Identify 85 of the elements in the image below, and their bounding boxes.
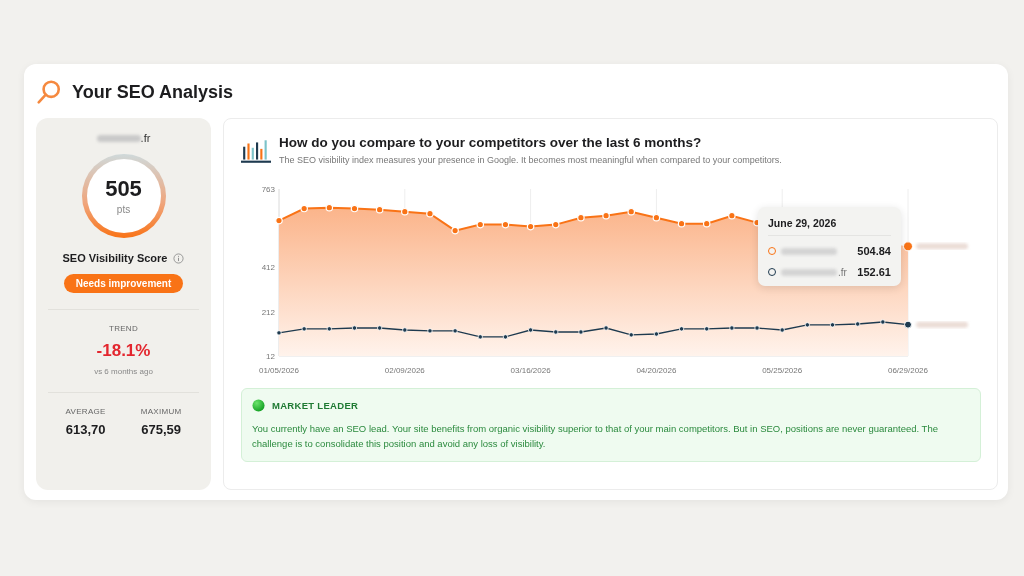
data-point [653,331,659,337]
data-point [301,326,307,332]
data-point [603,325,609,331]
data-point [351,325,358,331]
data-point [652,213,661,222]
domain-suffix: .fr [838,266,847,278]
data-point [377,325,383,331]
trend-note: vs 6 months ago [94,367,153,376]
y-axis-label: 763 [261,185,275,194]
stat-value: 613,70 [65,422,106,437]
x-axis-label: 01/05/2026 [259,366,299,375]
score-value: 505 [105,177,142,200]
section-title: How do you compare to your competitors over the last 6 months? [279,135,703,150]
stat-label: AVERAGE [65,407,106,416]
data-point [577,213,585,222]
section-subtitle: The SEO visibility index measures your presence in Google. It becomes most meaningful when compared to your competitors. [279,155,782,165]
data-point [326,326,332,332]
data-point [528,327,534,333]
data-point [375,205,384,214]
data-point [704,326,710,332]
trend-value: -18.1% [96,341,151,361]
data-point [325,203,334,212]
blurred-text [781,247,837,255]
blurred-text [96,134,141,142]
data-point [551,220,560,229]
bar-chart-icon [241,138,271,164]
search-icon [36,79,62,105]
tooltip-value: 504.84 [857,245,891,257]
blurred-label [916,321,968,328]
y-axis-label: 412 [261,263,275,273]
page-title: Your SEO Analysis [72,81,234,103]
verdict-title: MARKET LEADER [272,400,359,411]
data-point [401,207,409,216]
data-point [627,207,636,216]
blurred-text [781,268,837,276]
data-point [880,319,886,325]
data-point [553,329,559,335]
data-point [501,220,510,229]
data-point [275,216,283,225]
data-point [477,334,483,340]
data-point [300,204,308,213]
data-point [451,226,459,235]
score-unit: pts [116,203,131,215]
data-point [452,328,458,334]
data-point [276,330,282,336]
data-point [678,326,685,332]
data-point [476,220,485,229]
x-axis-label: 03/16/2026 [510,366,551,375]
data-point [779,327,785,333]
data-point [628,332,634,338]
data-point [426,209,434,218]
data-point [855,321,861,327]
data-point [754,325,760,331]
data-point[interactable] [904,320,912,329]
data-point [602,211,610,220]
stat-label: MAXIMUM [140,407,182,416]
x-axis-label: 06/29/2026 [888,366,928,375]
x-axis-label: 02/09/2026 [384,366,425,375]
status-badge: Needs improvement [63,274,184,293]
data-point [804,322,810,328]
stat-value: 675,59 [141,422,181,437]
data-point [729,325,735,331]
x-axis-label: 04/20/2026 [636,366,677,375]
data-point [427,328,433,334]
data-point [502,334,509,340]
data-point [829,322,836,328]
data-point [677,219,686,228]
status-dot-icon [252,399,265,412]
verdict-text: You currently have an SEO lead. Your site benefits from organic visibility superior to that of your main competitors. But in SEO, positions are never guaranteed. The challenge is to consolidate this position and avoid any loss of visibility. [252,422,939,452]
tooltip-value: 152.61 [857,266,891,278]
y-axis-label: 212 [261,307,275,317]
score-label: SEO Visibility Score [62,252,168,264]
info-icon[interactable] [173,252,185,264]
x-axis-label: 05/25/2026 [762,366,803,375]
data-point [350,204,359,213]
data-point [526,222,535,231]
blurred-label [916,243,968,250]
data-point [578,329,584,335]
y-axis-label: 12 [266,352,275,361]
data-point [728,211,736,220]
tooltip-date: June 29, 2026 [768,217,891,236]
domain-suffix: .fr [140,132,151,144]
data-point [402,327,408,333]
data-point [702,219,711,228]
trend-label: TREND [108,324,139,333]
